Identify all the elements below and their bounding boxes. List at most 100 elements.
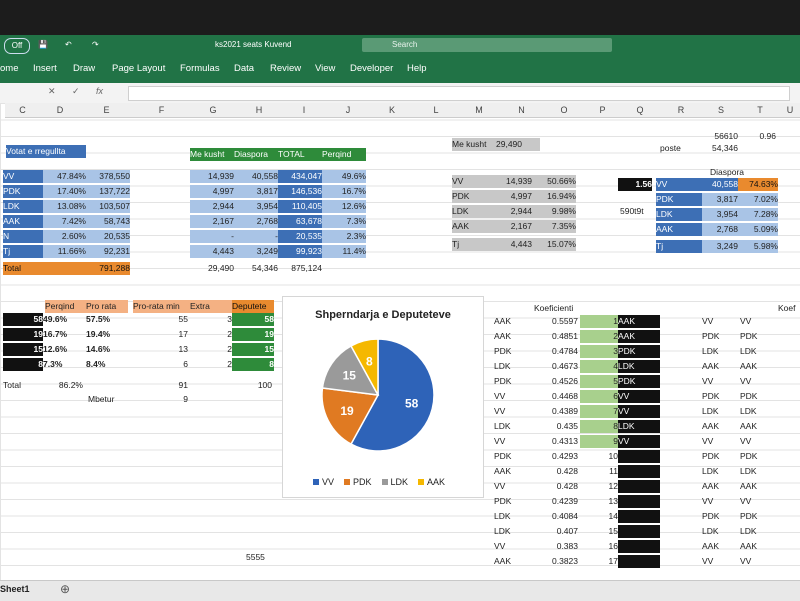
right-col2[interactable]: AAK bbox=[740, 480, 776, 493]
coef-value[interactable]: 0.383 bbox=[536, 540, 578, 553]
coef-seat-party[interactable]: AAK bbox=[618, 330, 660, 343]
block4-party[interactable]: AAK bbox=[656, 223, 702, 236]
block3-value[interactable]: 29,490 bbox=[496, 138, 540, 151]
right-col2[interactable]: LDK bbox=[740, 525, 776, 538]
block5-deputete[interactable]: 8 bbox=[232, 358, 274, 371]
block3-party[interactable]: PDK bbox=[452, 190, 496, 203]
coef-rank[interactable]: 15 bbox=[580, 525, 618, 538]
tab-draw[interactable]: Draw bbox=[73, 63, 95, 74]
block4-votes[interactable]: 3,817 bbox=[702, 193, 738, 206]
autosave-toggle[interactable]: Off bbox=[4, 38, 30, 54]
coef-rank[interactable]: 6 bbox=[580, 390, 618, 403]
block2-cell[interactable]: 3,954 bbox=[234, 200, 278, 213]
block2-header[interactable]: Diaspora bbox=[234, 148, 278, 161]
block4-votes[interactable]: 40,558 bbox=[702, 178, 738, 191]
block4-pct[interactable]: 5.98% bbox=[738, 240, 778, 253]
block5-prorata[interactable]: 14.6% bbox=[86, 343, 130, 356]
column-header-n[interactable]: N bbox=[500, 103, 543, 118]
percent-cell[interactable]: 47.84% bbox=[43, 170, 86, 183]
block2-cell[interactable]: 99,923 bbox=[278, 245, 322, 258]
party-label[interactable]: Tj bbox=[3, 245, 43, 258]
seat-number[interactable]: 19 bbox=[3, 328, 43, 341]
block3-label[interactable]: Me kusht bbox=[452, 138, 496, 151]
undo-icon[interactable]: ↶ bbox=[65, 38, 72, 52]
total-label[interactable]: Total bbox=[3, 262, 43, 275]
tab-ome[interactable]: ome bbox=[0, 63, 18, 74]
right-col1[interactable]: AAK bbox=[702, 540, 738, 553]
percent-cell[interactable]: 7.42% bbox=[43, 215, 86, 228]
right-col1[interactable]: LDK bbox=[702, 345, 738, 358]
block3-party[interactable]: VV bbox=[452, 175, 496, 188]
right-col1[interactable]: VV bbox=[702, 435, 738, 448]
seat-number[interactable]: 58 bbox=[3, 313, 43, 326]
block3-votes[interactable]: 14,939 bbox=[496, 175, 532, 188]
party-label[interactable]: VV bbox=[3, 170, 43, 183]
block3-votes[interactable]: 2,167 bbox=[496, 220, 532, 233]
block2-cell[interactable]: 12.6% bbox=[322, 200, 366, 213]
right-col1[interactable]: AAK bbox=[702, 360, 738, 373]
coef-rank[interactable]: 10 bbox=[580, 450, 618, 463]
coef-seat-party[interactable] bbox=[618, 555, 660, 568]
cancel-icon[interactable]: ✕ bbox=[48, 86, 56, 97]
right-col1[interactable]: PDK bbox=[702, 390, 738, 403]
right-col2[interactable]: PDK bbox=[740, 390, 776, 403]
column-header-q[interactable]: Q bbox=[620, 103, 660, 118]
block3-party[interactable]: Tj bbox=[452, 238, 496, 251]
total-value[interactable]: 791,288 bbox=[43, 262, 130, 275]
coef-value[interactable]: 0.4784 bbox=[536, 345, 578, 358]
column-header-m[interactable]: M bbox=[458, 103, 500, 118]
block5-total-label[interactable]: Total bbox=[3, 379, 43, 392]
coef-rank[interactable]: 12 bbox=[580, 480, 618, 493]
column-header-f[interactable]: F bbox=[133, 103, 190, 118]
block3-pct[interactable]: 50.66% bbox=[532, 175, 576, 188]
votes-cell[interactable]: 20,535 bbox=[86, 230, 130, 243]
block5-header[interactable]: Extra bbox=[190, 300, 232, 313]
right-col2[interactable]: AAK bbox=[740, 540, 776, 553]
percent-cell[interactable]: 17.40% bbox=[43, 185, 86, 198]
block2-cell[interactable]: 2.3% bbox=[322, 230, 366, 243]
side-note[interactable]: 590t9t bbox=[620, 205, 660, 218]
column-header-e[interactable]: E bbox=[80, 103, 133, 118]
right-col2[interactable]: VV bbox=[740, 375, 776, 388]
block2-cell[interactable]: 3,817 bbox=[234, 185, 278, 198]
block5-deputete[interactable]: 15 bbox=[232, 343, 274, 356]
block2-cell[interactable]: 16.7% bbox=[322, 185, 366, 198]
coef-value[interactable]: 0.4293 bbox=[536, 450, 578, 463]
coef-value[interactable]: 0.4084 bbox=[536, 510, 578, 523]
coef-seat-party[interactable]: PDK bbox=[618, 345, 660, 358]
coef-party[interactable]: PDK bbox=[494, 375, 536, 388]
coef-value[interactable]: 0.3823 bbox=[536, 555, 578, 568]
right-col2[interactable]: LDK bbox=[740, 465, 776, 478]
poste-label[interactable]: poste bbox=[660, 142, 700, 155]
block4-pct[interactable]: 74.63% bbox=[738, 178, 778, 191]
coef-seat-party[interactable]: VV bbox=[618, 405, 660, 418]
block2-cell[interactable]: 14,939 bbox=[190, 170, 234, 183]
block5-min[interactable]: 13 bbox=[140, 343, 188, 356]
coef-rank[interactable]: 4 bbox=[580, 360, 618, 373]
block2-cell[interactable]: 2,167 bbox=[190, 215, 234, 228]
coef-rank[interactable]: 7 bbox=[580, 405, 618, 418]
pie-chart[interactable]: Shperndarja e Deputeteve 58 19 15 8 VV PDK LD… bbox=[282, 296, 484, 498]
right-header[interactable]: Koef bbox=[778, 302, 800, 315]
block2-cell[interactable]: 20,535 bbox=[278, 230, 322, 243]
function-icon[interactable]: fx bbox=[96, 86, 103, 96]
votes-cell[interactable]: 378,550 bbox=[86, 170, 130, 183]
right-col2[interactable]: PDK bbox=[740, 450, 776, 463]
block2-cell[interactable]: 3,249 bbox=[234, 245, 278, 258]
block3-votes[interactable]: 4,443 bbox=[496, 238, 532, 251]
right-col2[interactable]: PDK bbox=[740, 330, 776, 343]
formula-input[interactable] bbox=[128, 86, 790, 101]
coef-seat-party[interactable] bbox=[618, 495, 660, 508]
right-col2[interactable]: VV bbox=[740, 315, 776, 328]
right-col2[interactable]: AAK bbox=[740, 360, 776, 373]
coef-value[interactable]: 0.407 bbox=[536, 525, 578, 538]
redo-icon[interactable]: ↷ bbox=[92, 38, 99, 52]
coef-seat-party[interactable] bbox=[618, 510, 660, 523]
sheet-tab[interactable]: Sheet1 bbox=[0, 584, 30, 594]
coef-value[interactable]: 0.4673 bbox=[536, 360, 578, 373]
block5-prorata[interactable]: 19.4% bbox=[86, 328, 130, 341]
tab-formulas[interactable]: Formulas bbox=[180, 63, 220, 74]
block2-total[interactable]: 29,490 bbox=[190, 262, 234, 275]
coef-rank[interactable]: 11 bbox=[580, 465, 618, 478]
coef-value[interactable]: 0.4468 bbox=[536, 390, 578, 403]
